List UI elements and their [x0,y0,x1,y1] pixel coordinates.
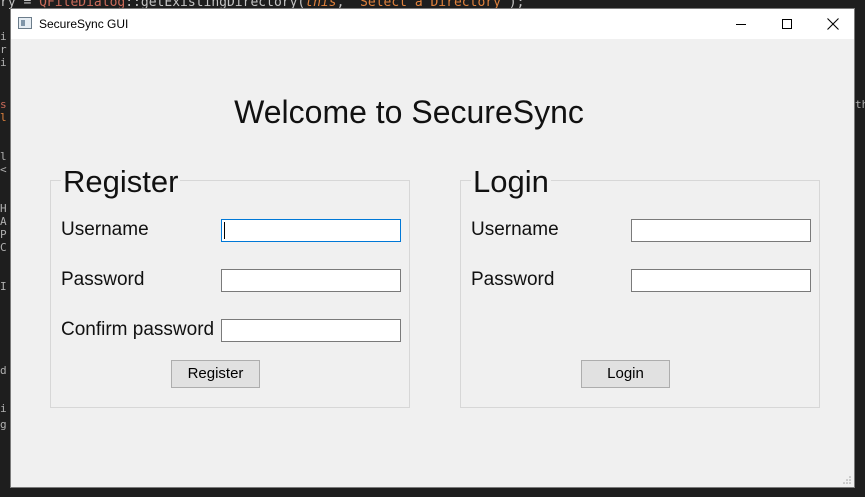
register-password-input[interactable] [221,269,401,292]
window-title: SecureSync GUI [39,17,129,31]
register-username-input[interactable] [221,219,401,242]
app-window-icon [18,17,32,29]
login-button[interactable]: Login [581,360,670,388]
register-confirm-password-input[interactable] [221,319,401,342]
login-title: Login [471,164,551,200]
text-caret [224,222,225,239]
main-content: Welcome to SecureSync Register Username … [11,39,854,487]
app-window: SecureSync GUI Welcome to SecureSync Reg… [10,8,855,488]
register-group: Register Username Password Confirm passw… [50,164,410,408]
register-confirm-password-label: Confirm password [61,319,215,340]
close-icon [827,18,839,30]
login-password-label: Password [471,269,555,290]
editor-right-fragment: th [855,98,865,111]
register-title: Register [61,164,181,200]
minimize-button[interactable] [718,9,764,39]
register-password-label: Password [61,269,145,290]
login-username-input[interactable] [631,219,811,242]
close-button[interactable] [810,9,856,39]
login-password-input[interactable] [631,269,811,292]
title-bar[interactable]: SecureSync GUI [11,9,854,39]
register-button[interactable]: Register [171,360,260,388]
register-username-label: Username [61,219,149,240]
login-username-label: Username [471,219,559,240]
resize-grip-icon[interactable] [842,475,852,485]
login-group: Login Username Password Login [460,164,820,408]
welcome-heading: Welcome to SecureSync [234,94,584,130]
maximize-button[interactable] [764,9,810,39]
